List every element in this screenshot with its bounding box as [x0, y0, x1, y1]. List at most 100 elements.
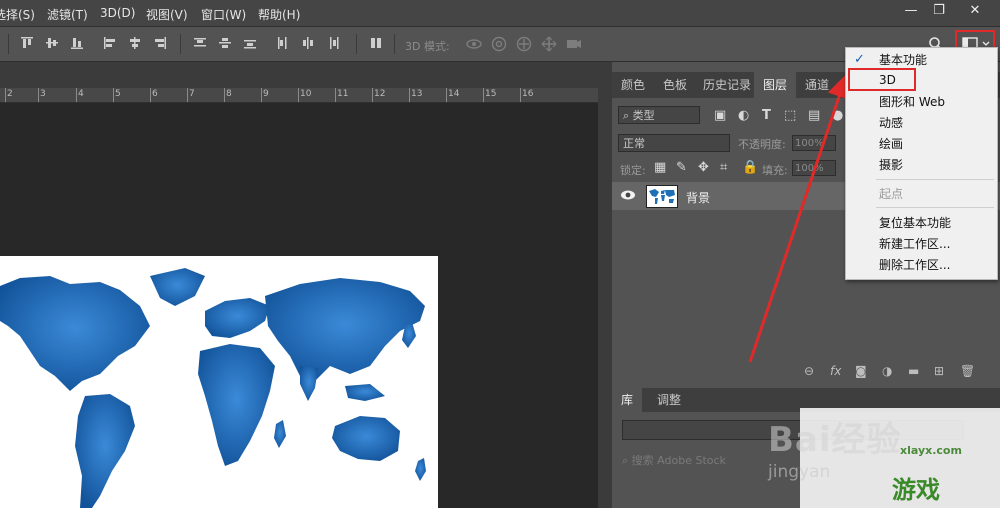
- 3d-roll-icon[interactable]: [490, 35, 508, 56]
- 3d-mode-label: 3D 模式:: [405, 40, 450, 53]
- distribute-vcenter-icon[interactable]: [218, 36, 232, 50]
- opacity-field[interactable]: 100%: [792, 135, 836, 151]
- menu-item-essentials[interactable]: ✓ 基本功能: [846, 50, 997, 70]
- distribute-right-icon[interactable]: [326, 36, 340, 50]
- menu-3d[interactable]: 3D(D): [100, 6, 135, 20]
- link-layers-icon[interactable]: ⊖: [804, 364, 814, 378]
- menu-item-delete-workspace[interactable]: 删除工作区...: [846, 255, 997, 275]
- menu-item-label: 绘画: [879, 137, 904, 151]
- ruler-tick: 10: [300, 89, 312, 99]
- distribute-bottom-icon[interactable]: [243, 36, 257, 50]
- lock-paint-icon[interactable]: ✎: [676, 160, 687, 175]
- distribute-top-icon[interactable]: [193, 36, 207, 50]
- ruler-tick: 12: [374, 89, 386, 99]
- lock-move-icon[interactable]: ✥: [698, 160, 709, 175]
- document-area[interactable]: 2 3 4 5 6 7 8 9 10 11 12 13 14 15 16: [0, 62, 598, 508]
- world-map-image: [0, 268, 426, 508]
- auto-align-icon[interactable]: [369, 36, 383, 50]
- stock-search-placeholder: 搜索 Adobe Stock: [631, 454, 726, 467]
- layers-footer: ⊖ fx ◙ ◑ ▬ ⊞ 🗑: [612, 360, 1000, 382]
- ruler-tick: 3: [40, 89, 46, 99]
- new-group-icon[interactable]: ▬: [908, 364, 919, 378]
- stock-search-field[interactable]: ⌕ 搜索 Adobe Stock: [622, 452, 726, 468]
- search-icon: ⌕: [623, 109, 633, 122]
- distribute-hcenter-icon[interactable]: [301, 36, 315, 50]
- ruler-tick: 5: [115, 89, 121, 99]
- shape-filter-icon[interactable]: ⬚: [784, 108, 796, 123]
- menu-item-new-workspace[interactable]: 新建工作区...: [846, 234, 997, 254]
- lock-transparent-icon[interactable]: ▦: [654, 160, 666, 175]
- tab-libraries[interactable]: 库: [612, 388, 643, 412]
- menu-window[interactable]: 窗口(W): [201, 6, 246, 23]
- menu-filter[interactable]: 滤镜(T): [47, 6, 88, 23]
- restore-button[interactable]: ❐: [926, 2, 952, 20]
- adjustment-filter-icon[interactable]: ◐: [738, 108, 749, 123]
- lock-all-icon[interactable]: 🔒: [742, 160, 758, 175]
- type-filter-icon[interactable]: T: [762, 108, 771, 123]
- separator: [394, 34, 395, 54]
- menu-help[interactable]: 帮助(H): [258, 6, 300, 23]
- 3d-camera-icon[interactable]: [565, 35, 583, 56]
- horizontal-ruler: 2 3 4 5 6 7 8 9 10 11 12 13 14 15 16: [0, 88, 598, 103]
- menu-item-label: 复位基本功能: [879, 216, 952, 230]
- distribute-left-icon[interactable]: [276, 36, 290, 50]
- ruler-tick: 2: [7, 89, 13, 99]
- menu-item-motion[interactable]: 动感: [846, 113, 997, 133]
- filter-toggle-icon[interactable]: ●: [832, 108, 843, 123]
- lock-artboard-icon[interactable]: ⌗: [720, 160, 727, 175]
- ruler-tick: 15: [485, 89, 497, 99]
- site-brand-watermark: 游戏: [892, 476, 940, 504]
- fx-icon[interactable]: fx: [830, 364, 841, 378]
- menu-item-label: 基本功能: [879, 53, 928, 67]
- separator: [356, 34, 357, 54]
- ruler-tick: 4: [78, 89, 84, 99]
- menu-view[interactable]: 视图(V): [146, 6, 188, 23]
- tab-adjustments[interactable]: 调整: [648, 388, 690, 412]
- delete-layer-icon[interactable]: 🗑: [960, 364, 975, 378]
- menu-select[interactable]: 选择(S): [0, 6, 35, 23]
- menu-item-reset-essentials[interactable]: 复位基本功能: [846, 213, 997, 233]
- menu-separator: [876, 207, 994, 208]
- add-mask-icon[interactable]: ◙: [855, 364, 867, 378]
- close-button[interactable]: ✕: [962, 2, 988, 20]
- tab-color[interactable]: 颜色: [612, 72, 654, 98]
- 3d-orbit-icon[interactable]: [465, 35, 483, 56]
- menu-item-painting[interactable]: 绘画: [846, 134, 997, 154]
- align-bottom-icon[interactable]: [70, 36, 84, 50]
- tab-layers[interactable]: 图层: [754, 72, 797, 98]
- pixel-filter-icon[interactable]: ▣: [714, 108, 726, 123]
- smart-object-filter-icon[interactable]: ▤: [808, 108, 820, 123]
- align-hcenter-icon[interactable]: [128, 36, 142, 50]
- menu-separator: [876, 179, 994, 180]
- 3d-slide-icon[interactable]: [540, 35, 558, 56]
- tab-history[interactable]: 历史记录: [694, 72, 760, 98]
- image-canvas[interactable]: [0, 256, 438, 508]
- fill-label: 填充:: [762, 164, 788, 177]
- separator: [8, 34, 9, 54]
- ruler-tick: 16: [522, 89, 534, 99]
- align-right-icon[interactable]: [153, 36, 167, 50]
- vertical-scrollbar[interactable]: [598, 62, 612, 508]
- ruler-tick: 13: [411, 89, 423, 99]
- tab-channels[interactable]: 通道: [796, 72, 838, 98]
- menu-item-photography[interactable]: 摄影: [846, 155, 997, 175]
- align-vcenter-icon[interactable]: [45, 36, 59, 50]
- blend-mode-select[interactable]: 正常: [618, 134, 730, 152]
- minimize-button[interactable]: —: [898, 2, 924, 20]
- fill-field[interactable]: 100%: [792, 160, 836, 176]
- visibility-eye-icon[interactable]: [620, 189, 636, 204]
- site-url-watermark: xlayx.com: [900, 444, 962, 457]
- layer-kind-filter[interactable]: ⌕ 类型: [618, 106, 700, 124]
- align-left-icon[interactable]: [103, 36, 117, 50]
- layer-thumbnail: [646, 185, 678, 208]
- menu-item-label: 起点: [879, 187, 904, 201]
- 3d-pan-icon[interactable]: [515, 35, 533, 56]
- ruler-tick: 6: [152, 89, 158, 99]
- ruler-tick: 14: [448, 89, 460, 99]
- menu-item-graphic-web[interactable]: 图形和 Web: [846, 92, 997, 112]
- ruler-tick: 7: [189, 89, 195, 99]
- tab-swatches[interactable]: 色板: [654, 72, 696, 98]
- align-top-icon[interactable]: [20, 36, 34, 50]
- new-layer-icon[interactable]: ⊞: [934, 364, 944, 378]
- new-adjustment-icon[interactable]: ◑: [882, 364, 892, 378]
